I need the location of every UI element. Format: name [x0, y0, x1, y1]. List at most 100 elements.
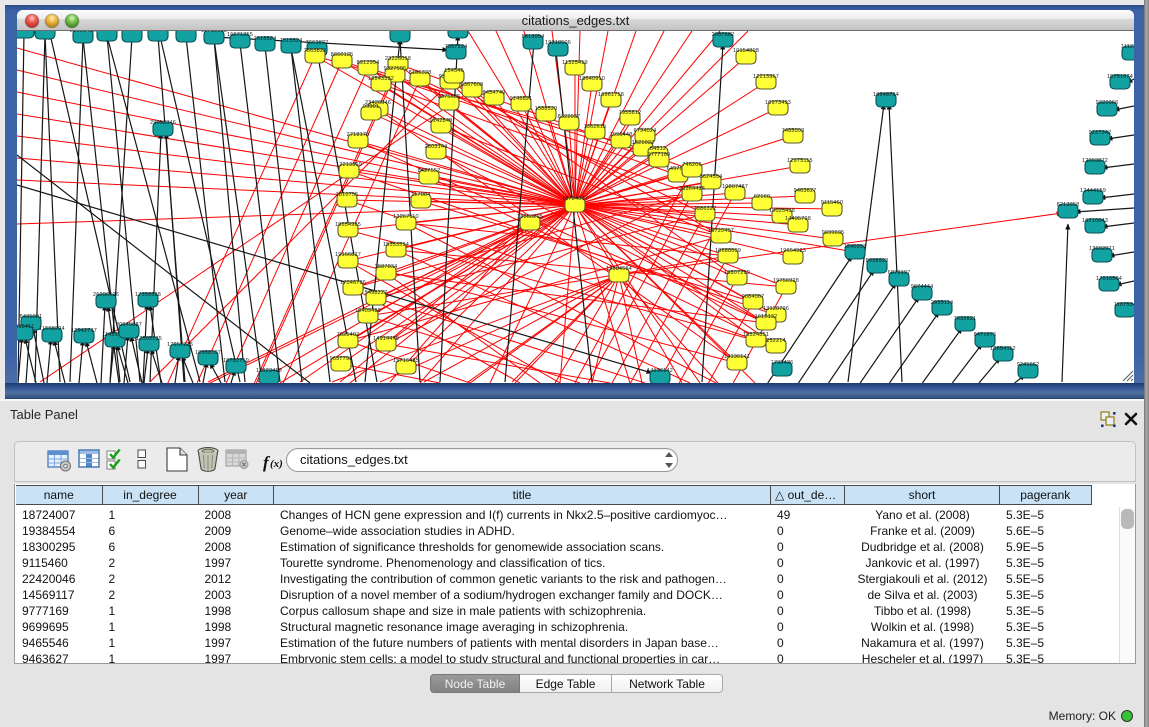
svg-text:9329966: 9329966: [1096, 100, 1119, 106]
svg-text:13120796: 13120796: [763, 306, 789, 312]
svg-text:17957225: 17957225: [167, 342, 193, 348]
svg-text:8454749: 8454749: [483, 90, 506, 96]
svg-text:14136141: 14136141: [724, 354, 750, 360]
svg-text:20364436: 20364436: [679, 186, 705, 192]
svg-text:19654923: 19654923: [780, 248, 806, 254]
svg-text:20091406: 20091406: [94, 31, 120, 32]
svg-text:1990448: 1990448: [610, 132, 633, 138]
svg-text:7955812: 7955812: [619, 110, 642, 116]
svg-text:23226058: 23226058: [385, 56, 411, 62]
svg-text:1112345: 1112345: [1121, 44, 1134, 50]
svg-text:9463627: 9463627: [794, 188, 817, 194]
svg-text:10719155: 10719155: [201, 31, 227, 34]
svg-text:1588520: 1588520: [535, 106, 558, 112]
svg-text:15716485: 15716485: [393, 358, 419, 364]
svg-text:9084067: 9084067: [742, 294, 765, 300]
svg-text:11325419: 11325419: [562, 60, 588, 66]
svg-text:13524851: 13524851: [743, 332, 769, 338]
svg-text:7625402: 7625402: [337, 332, 360, 338]
svg-text:9245652: 9245652: [1017, 362, 1040, 368]
svg-text:12444159: 12444159: [1080, 188, 1106, 194]
svg-text:29053346: 29053346: [150, 120, 176, 126]
svg-text:8322037: 8322037: [558, 114, 581, 120]
svg-text:1362615: 1362615: [584, 124, 607, 130]
svg-text:2718176: 2718176: [347, 132, 370, 138]
svg-text:14136142: 14136142: [647, 368, 673, 374]
svg-text:13267110: 13267110: [393, 214, 419, 220]
svg-text:8660125: 8660125: [331, 52, 354, 58]
svg-text:9777169: 9777169: [648, 152, 671, 158]
svg-text:154546: 154546: [444, 68, 464, 74]
svg-text:16961758: 16961758: [598, 92, 624, 98]
svg-text:17016504: 17016504: [1096, 276, 1122, 282]
svg-text:99901: 99901: [363, 104, 379, 110]
svg-text:7515524: 7515524: [254, 36, 277, 42]
svg-text:9699695: 9699695: [822, 230, 845, 236]
svg-text:8186328: 8186328: [409, 70, 432, 76]
svg-text:(x): (x): [270, 458, 283, 470]
svg-text:8213958: 8213958: [1057, 202, 1080, 208]
svg-text:18640910: 18640910: [579, 76, 605, 82]
svg-text:1733426: 1733426: [771, 360, 794, 366]
svg-text:62160: 62160: [754, 194, 770, 200]
svg-text:30975887: 30975887: [116, 322, 142, 328]
svg-text:1615132: 1615132: [755, 314, 778, 320]
svg-text:8912954: 8912954: [357, 60, 380, 66]
svg-text:14914479: 14914479: [373, 336, 399, 342]
svg-text:252214: 252214: [766, 338, 786, 344]
svg-text:17046786: 17046786: [340, 280, 366, 286]
svg-text:7986322: 7986322: [694, 206, 717, 212]
svg-text:15353594: 15353594: [383, 242, 409, 248]
svg-text:10654112: 10654112: [990, 346, 1016, 352]
svg-text:8938923: 8938923: [866, 258, 889, 264]
svg-text:19384554: 19384554: [606, 266, 632, 272]
svg-text:12093872: 12093872: [1082, 158, 1108, 164]
svg-text:20091406: 20091406: [70, 31, 96, 34]
svg-text:9327505: 9327505: [384, 66, 407, 72]
svg-text:12213967: 12213967: [753, 74, 779, 80]
svg-text:10973493: 10973493: [765, 100, 791, 106]
svg-text:10807487: 10807487: [722, 184, 748, 190]
svg-text:117004: 117004: [411, 192, 430, 198]
svg-text:9227342: 9227342: [1089, 130, 1112, 136]
svg-text:16210643: 16210643: [1082, 218, 1108, 224]
svg-text:2367608: 2367608: [461, 82, 484, 88]
svg-text:15720407: 15720407: [708, 228, 734, 234]
svg-text:1640953: 1640953: [844, 244, 867, 250]
svg-text:12213369: 12213369: [336, 162, 362, 168]
svg-text:18724007: 18724007: [562, 196, 588, 202]
svg-text:746206: 746206: [682, 162, 702, 168]
svg-text:16671355: 16671355: [227, 32, 253, 38]
svg-text:12975115: 12975115: [787, 158, 813, 164]
svg-text:7515524: 7515524: [280, 38, 303, 44]
svg-text:7663822: 7663822: [306, 40, 329, 46]
svg-text:17359928: 17359928: [135, 292, 161, 298]
svg-text:10025438: 10025438: [769, 208, 795, 214]
svg-text:3375685: 3375685: [438, 94, 461, 100]
svg-text:8435001: 8435001: [20, 314, 43, 320]
svg-text:2935114: 2935114: [931, 300, 953, 306]
svg-text:6794024: 6794024: [634, 128, 657, 134]
svg-text:9674444: 9674444: [911, 284, 934, 290]
svg-text:5498222: 5498222: [365, 290, 388, 296]
svg-text:10688609: 10688609: [715, 248, 741, 254]
svg-text:18807299: 18807299: [724, 270, 750, 276]
svg-text:6879197: 6879197: [888, 270, 911, 276]
svg-text:9242848: 9242848: [430, 118, 453, 124]
svg-text:2803144: 2803144: [425, 144, 448, 150]
svg-text:16543382: 16543382: [368, 76, 394, 82]
svg-text:3587834: 3587834: [375, 264, 398, 270]
svg-text:16409489: 16409489: [355, 308, 381, 314]
svg-text:14495798: 14495798: [785, 216, 811, 222]
svg-text:26206526: 26206526: [93, 292, 119, 298]
svg-text:1167534: 1167534: [1114, 302, 1134, 308]
svg-text:3915411: 3915411: [17, 324, 34, 330]
svg-text:12942737: 12942737: [71, 328, 97, 334]
svg-text:10653267: 10653267: [119, 31, 145, 32]
svg-text:6466160: 6466160: [175, 31, 198, 32]
svg-text:11568294: 11568294: [39, 326, 65, 332]
svg-text:9146821: 9146821: [510, 96, 533, 102]
svg-text:15751074: 15751074: [1107, 74, 1133, 80]
svg-text:16648784: 16648784: [873, 92, 899, 98]
svg-text:16782759: 16782759: [223, 358, 249, 364]
